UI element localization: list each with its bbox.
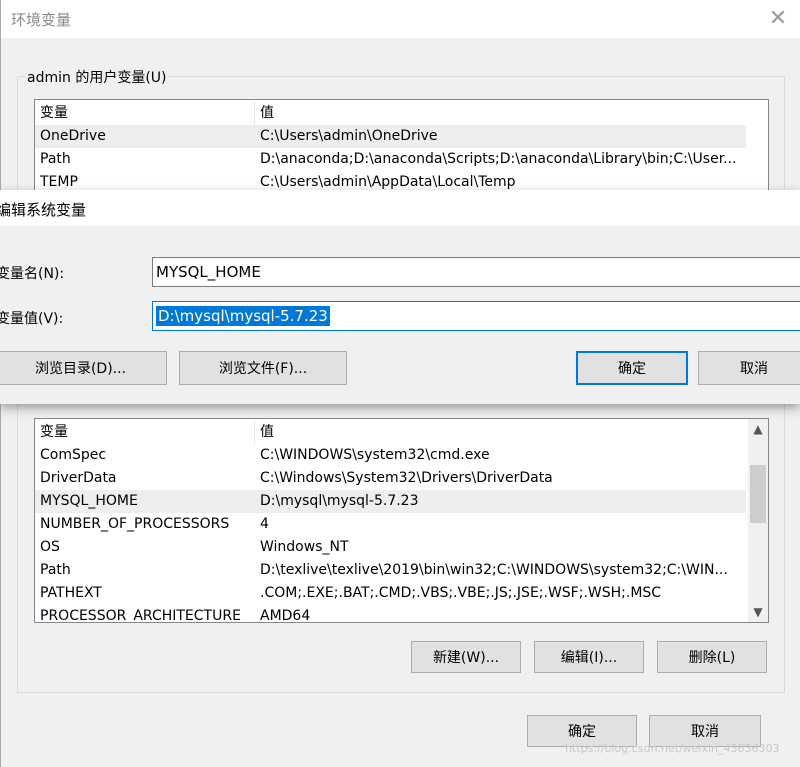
variable-value: .COM;.EXE;.BAT;.CMD;.VBS;.VBE;.JS;.JSE;.… (260, 585, 662, 601)
variable-value: C:\WINDOWS\system32\cmd.exe (260, 447, 490, 463)
column-header-value[interactable]: 值 (260, 102, 274, 125)
variable-name: Path (40, 562, 71, 578)
variable-value-field[interactable]: D:\mysql\mysql-5.7.23 (152, 301, 800, 331)
vertical-scrollbar[interactable]: ▲ ▼ (748, 419, 768, 622)
env-window-titlebar: 环境变量 ✕ (1, 0, 800, 38)
env-window-title: 环境变量 (11, 11, 72, 29)
table-row[interactable]: PATHEXT .COM;.EXE;.BAT;.CMD;.VBS;.VBE;.J… (35, 582, 746, 605)
variable-name: PATHEXT (40, 585, 102, 601)
edit-cancel-button[interactable]: 取消 (698, 351, 800, 385)
variable-name: DriverData (40, 470, 117, 486)
edit-ok-button[interactable]: 确定 (576, 351, 688, 385)
variable-name: OneDrive (40, 128, 106, 144)
variable-value: D:\anaconda;D:\anaconda\Scripts;D:\anaco… (260, 151, 737, 167)
table-row[interactable]: PROCESSOR_ARCHITECTURE AMD64 (35, 605, 746, 623)
list-header: 变量 值 (35, 421, 750, 444)
new-variable-button[interactable]: 新建(W)... (411, 641, 521, 673)
variable-value: D:\texlive\texlive\2019\bin\win32;C:\WIN… (260, 562, 728, 578)
list-header: 变量 值 (35, 102, 768, 125)
delete-variable-button[interactable]: 删除(L) (657, 641, 767, 673)
edit-system-variable-dialog: 编辑系统变量 变量名(N): MYSQL_HOME 变量值(V): D:\mys… (0, 190, 800, 404)
variable-value: C:\Windows\System32\Drivers\DriverData (260, 470, 553, 486)
variable-value-selected-text: D:\mysql\mysql-5.7.23 (156, 306, 330, 326)
variable-name: Path (40, 151, 71, 167)
edit-dialog-title: 编辑系统变量 (0, 201, 87, 219)
column-header-variable[interactable]: 变量 (40, 421, 68, 444)
scrollbar-thumb[interactable] (750, 465, 766, 523)
table-row[interactable]: OneDrive C:\Users\admin\OneDrive (35, 125, 746, 148)
variable-name: MYSQL_HOME (40, 493, 138, 509)
column-header-value[interactable]: 值 (260, 421, 274, 444)
table-row[interactable]: DriverData C:\Windows\System32\Drivers\D… (35, 467, 746, 490)
variable-name-field[interactable]: MYSQL_HOME (152, 257, 800, 287)
system-variables-list[interactable]: 变量 值 ComSpec C:\WINDOWS\system32\cmd.exe… (34, 418, 769, 623)
variable-value: AMD64 (260, 608, 311, 623)
variable-name-label: 变量名(N): (0, 266, 65, 282)
table-row[interactable]: ComSpec C:\WINDOWS\system32\cmd.exe (35, 444, 746, 467)
variable-value-label: 变量值(V): (0, 311, 64, 327)
edit-variable-button[interactable]: 编辑(I)... (534, 641, 644, 673)
column-header-variable[interactable]: 变量 (40, 102, 68, 125)
variable-value: Windows_NT (260, 539, 349, 555)
edit-dialog-titlebar: 编辑系统变量 (0, 190, 800, 226)
user-variables-group-title: admin 的用户变量(U) (25, 67, 169, 87)
browse-file-button[interactable]: 浏览文件(F)... (179, 351, 347, 385)
variable-name: NUMBER_OF_PROCESSORS (40, 516, 230, 532)
variable-value: 4 (260, 516, 269, 532)
variable-name-text: MYSQL_HOME (156, 263, 261, 281)
table-row[interactable]: Path D:\anaconda;D:\anaconda\Scripts;D:\… (35, 148, 746, 171)
variable-name: ComSpec (40, 447, 107, 463)
watermark-text: https://blog.csdn.net/weixin_43636303 (565, 742, 780, 755)
table-row[interactable]: NUMBER_OF_PROCESSORS 4 (35, 513, 746, 536)
variable-name: OS (40, 539, 60, 555)
scroll-up-icon[interactable]: ▲ (748, 419, 768, 439)
column-separator[interactable] (254, 102, 255, 125)
table-row[interactable]: OS Windows_NT (35, 536, 746, 559)
user-variables-list[interactable]: 变量 值 OneDrive C:\Users\admin\OneDrive Pa… (34, 99, 769, 199)
browse-directory-button[interactable]: 浏览目录(D)... (0, 351, 167, 385)
table-row[interactable]: MYSQL_HOME D:\mysql\mysql-5.7.23 (35, 490, 746, 513)
scroll-down-icon[interactable]: ▼ (748, 602, 768, 622)
close-icon[interactable]: ✕ (763, 4, 793, 34)
table-row[interactable]: Path D:\texlive\texlive\2019\bin\win32;C… (35, 559, 746, 582)
variable-value: C:\Users\admin\OneDrive (260, 128, 438, 144)
variable-value: D:\mysql\mysql-5.7.23 (260, 493, 419, 509)
variable-name: PROCESSOR_ARCHITECTURE (40, 608, 241, 623)
column-separator[interactable] (254, 421, 255, 444)
